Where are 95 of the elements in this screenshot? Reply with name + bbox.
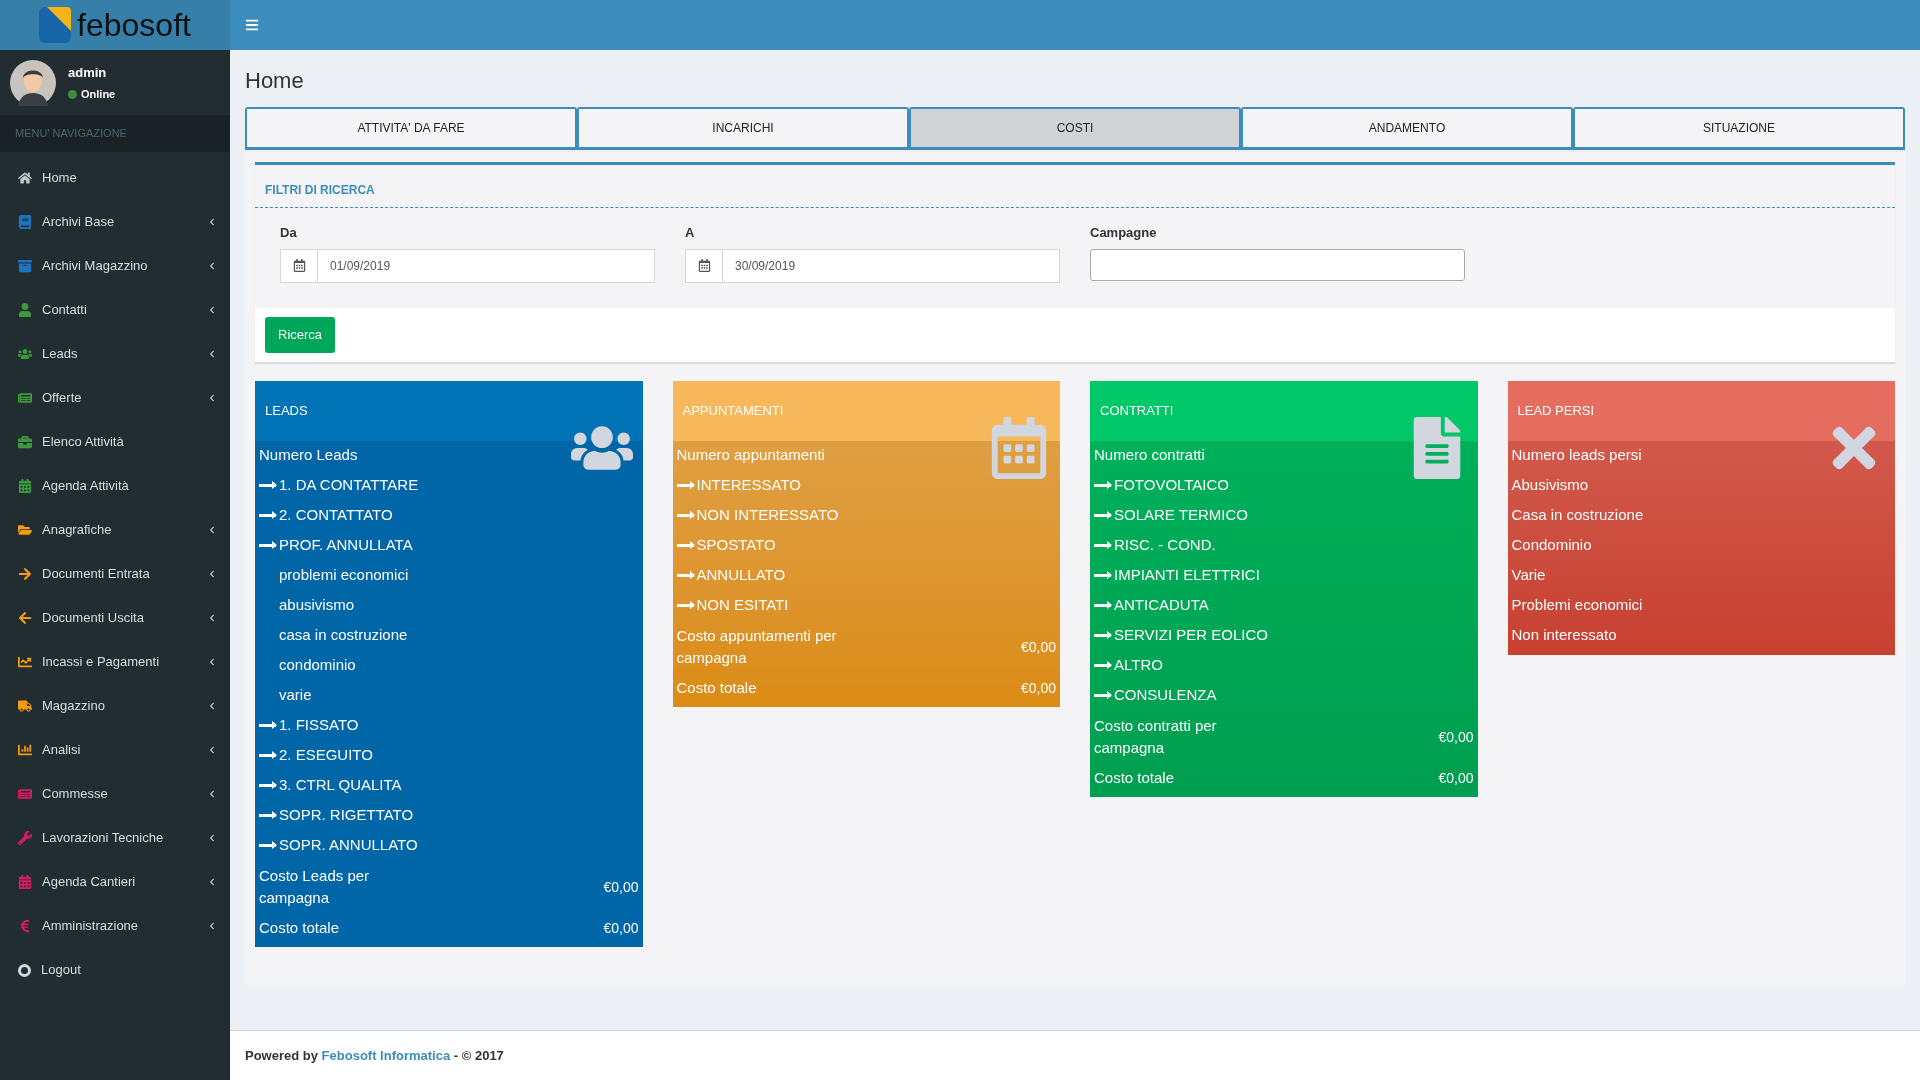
row-label: casa in costruzione [279,625,408,646]
row-label: SPOSTATO [696,535,776,556]
sidebar-item[interactable]: Archivi Magazzino [0,244,230,288]
row-label: problemi economici [279,565,409,586]
user-name: admin [68,63,108,82]
logo-text: febosoft [77,9,191,41]
sidebar-item[interactable]: Lavorazioni Tecniche [0,816,230,860]
row-label: varie [279,685,312,706]
row-label: SOLARE TERMICO [1114,505,1248,526]
tab[interactable]: ATTIVITA' DA FARE [245,107,577,147]
sidebar-item[interactable]: Analisi [0,728,230,772]
row-label: NON INTERESSATO [696,505,839,526]
sidebar-item[interactable]: Amministrazione [0,904,230,948]
row-label: FOTOVOLTAICO [1114,475,1229,496]
sidebar-item[interactable]: Contatti [0,288,230,332]
sidebar-item[interactable]: Documenti Uscita [0,596,230,640]
row-value: €0,00 [1438,727,1474,747]
tab[interactable]: COSTI [909,107,1241,147]
sidebar-item[interactable]: Commesse [0,772,230,816]
field-label: Da [280,224,297,242]
row-label: CONSULENZA [1114,685,1217,706]
row-label: 2. CONTATTATO [279,505,393,526]
row-label: 1. FISSATO [279,715,359,736]
tab[interactable]: ANDAMENTO [1241,107,1573,147]
row-value: €0,00 [603,918,639,938]
row-label: Abusivismo [1511,475,1589,496]
card-title: LEAD PERSI [1517,401,1595,420]
date-field[interactable]: 01/09/2019 [318,248,655,283]
row-value: €0,00 [603,877,639,897]
row-label: IMPIANTI ELETTRICI [1114,565,1260,586]
row-label: Costo contratti per campagna [1094,715,1218,758]
row-label: abusivismo [279,595,355,616]
row-label: 2. ESEGUITO [279,745,373,766]
row-label: Numero leads persi [1511,445,1642,466]
card-title: LEADS [265,401,308,420]
row-label: ANTICADUTA [1114,595,1209,616]
row-label: SOPR. RIGETTATO [279,805,414,826]
row-label: SERVIZI PER EOLICO [1114,625,1268,646]
footer-link[interactable]: Febosoft Informatica [321,1047,451,1063]
calendar-icon [697,259,711,272]
page-title: Home [245,67,304,95]
sidebar-item[interactable]: Home [0,156,230,200]
menu-icon[interactable] [245,18,259,32]
row-label: Costo totale [259,917,341,938]
menu-heading: MENU' NAVIGAZIONE [15,126,127,142]
user-status: Online [81,87,116,102]
sidebar-item[interactable]: Anagrafiche [0,508,230,552]
field-label: Campagne [1090,224,1157,242]
field-label: A [685,224,695,242]
row-label: Varie [1511,565,1546,586]
row-value: €0,00 [1020,637,1056,657]
logo-icon [39,5,74,45]
sidebar-item[interactable]: Agenda Cantieri [0,860,230,904]
row-label: Problemi economici [1511,595,1643,616]
tab[interactable]: SITUAZIONE [1573,107,1905,147]
filter-title: FILTRI DI RICERCA [265,183,375,197]
avatar [10,59,56,106]
row-label: PROF. ANNULLATA [279,535,413,556]
sidebar-item[interactable]: Agenda Attività [0,464,230,508]
sidebar-item[interactable]: Documenti Entrata [0,552,230,596]
sidebar-item[interactable]: Offerte [0,376,230,420]
row-label: NON ESITATI [696,595,789,616]
row-label: Costo totale [1094,767,1176,788]
row-label: Costo totale [676,677,758,698]
sidebar-item[interactable]: Logout [0,948,230,992]
row-label: Numero contratti [1094,445,1205,466]
date-field[interactable]: 30/09/2019 [723,248,1060,283]
tab[interactable]: INCARICHI [577,107,909,147]
row-label: SOPR. ANNULLATO [279,835,418,856]
row-label: condominio [279,655,356,676]
row-label: Costo Leads per campagna [259,865,371,908]
sidebar-item[interactable]: Incassi e Pagamenti [0,640,230,684]
row-value: €0,00 [1020,678,1056,698]
row-label: RISC. - COND. [1114,535,1216,556]
row-label: ALTRO [1114,655,1163,676]
row-label: Casa in costruzione [1511,505,1644,526]
row-label: Condominio [1511,535,1592,556]
sidebar-item[interactable]: Magazzino [0,684,230,728]
card-title: APPUNTAMENTI [682,401,784,420]
calendar-icon [292,259,306,272]
sidebar-item[interactable]: Leads [0,332,230,376]
row-label: 1. DA CONTATTARE [279,475,419,496]
row-label: Non interessato [1511,625,1617,646]
row-label: Numero appuntamenti [676,445,825,466]
input-field[interactable] [1090,248,1465,281]
row-label: Numero Leads [259,445,358,466]
row-label: 3. CTRL QUALITA [279,775,402,796]
sidebar-item[interactable]: Elenco Attività [0,420,230,464]
sidebar-item[interactable]: Archivi Base [0,200,230,244]
row-label: Costo appuntamenti per campagna [676,625,838,668]
row-label: ANNULLATO [696,565,786,586]
row-value: €0,00 [1438,768,1474,788]
card-title: CONTRATTI [1100,401,1174,420]
row-label: INTERESSATO [696,475,801,496]
footer-text: Powered by Febosoft Informatica - © 2017 [245,1046,504,1065]
